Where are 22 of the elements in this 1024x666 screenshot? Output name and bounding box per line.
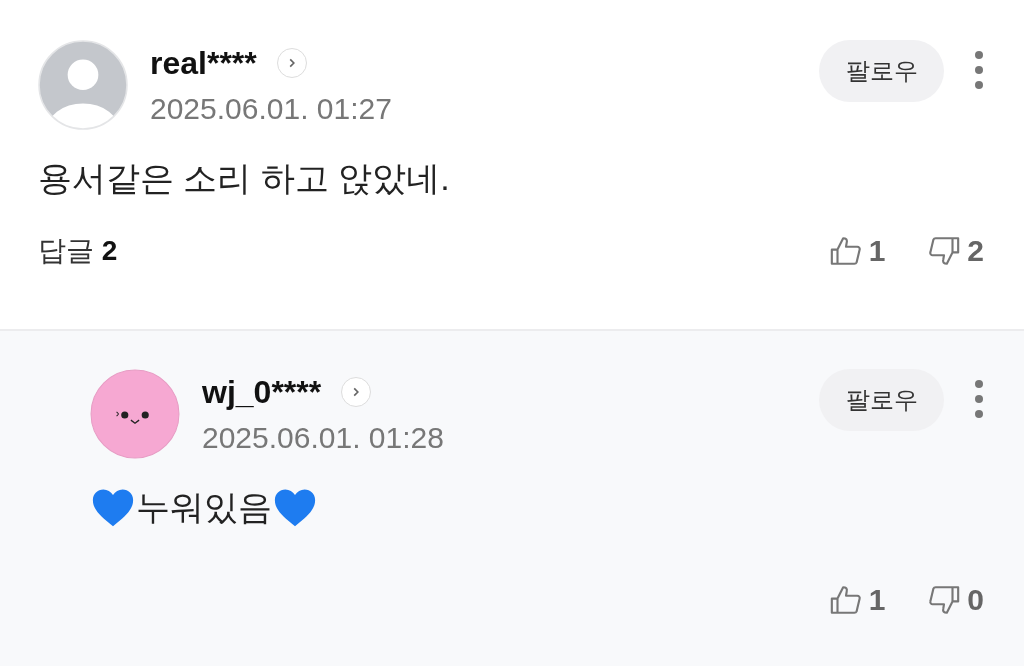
username[interactable]: wj_0**** xyxy=(202,373,322,411)
comment-text: 누워있음 xyxy=(136,487,272,528)
dislike-button[interactable]: 2 xyxy=(927,234,984,268)
follow-button[interactable]: 팔로우 xyxy=(819,369,944,431)
like-button[interactable]: 1 xyxy=(828,583,886,617)
thumbs-up-icon xyxy=(828,583,863,617)
thumbs-down-icon xyxy=(927,583,962,617)
timestamp: 2025.06.01. 01:28 xyxy=(202,421,445,455)
avatar[interactable] xyxy=(90,369,180,459)
chevron-icon[interactable] xyxy=(341,377,372,407)
comment-text: 용서같은 소리 하고 앉았네. xyxy=(38,158,450,199)
more-icon[interactable] xyxy=(974,50,984,90)
username[interactable]: real**** xyxy=(150,44,257,82)
thumbs-down-icon xyxy=(927,234,962,268)
follow-button[interactable]: 팔로우 xyxy=(819,40,944,102)
timestamp: 2025.06.01. 01:27 xyxy=(150,92,393,126)
more-icon[interactable] xyxy=(974,379,984,419)
like-button[interactable]: 1 xyxy=(828,234,886,268)
dislike-button[interactable]: 0 xyxy=(927,583,984,617)
replies-link[interactable]: 답글 2 xyxy=(38,232,118,270)
chevron-icon[interactable] xyxy=(276,48,307,78)
thumbs-up-icon xyxy=(828,234,863,268)
